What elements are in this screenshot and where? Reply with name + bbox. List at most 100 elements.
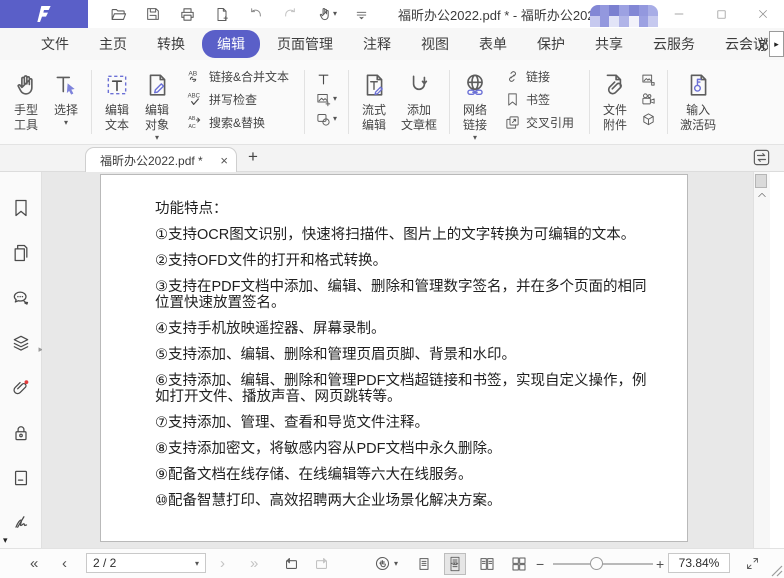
bookmark-button[interactable]: 书签 [505, 91, 574, 108]
open-folder-icon[interactable] [110, 6, 127, 23]
comments-panel-icon[interactable] [11, 288, 31, 308]
maximize-button[interactable] [700, 0, 742, 28]
layout-continuous-icon[interactable] [444, 553, 466, 575]
zoom-slider-handle[interactable] [590, 557, 603, 570]
undo-icon[interactable] [248, 6, 264, 22]
menu-edit[interactable]: 编辑 [202, 30, 260, 58]
flow-edit-button[interactable]: 流式 编辑 [354, 60, 394, 144]
add-article-box-icon [406, 69, 432, 101]
prev-page-button[interactable]: ‹ [62, 549, 67, 578]
tab-close-icon[interactable]: × [220, 153, 228, 168]
doc-line: ⑨配备文档在线存储、在线编辑等六大在线服务。 [155, 467, 659, 483]
next-page-button[interactable]: › [220, 549, 225, 578]
security-panel-icon[interactable] [11, 423, 31, 443]
cross-reference-button[interactable]: 交叉引用 [505, 114, 574, 131]
zoom-value[interactable]: 73.84% [679, 556, 720, 570]
panel-toggle-icon[interactable] [752, 148, 771, 167]
signatures-panel-icon[interactable] [11, 513, 31, 533]
add-article-box-button[interactable]: 添加 文章框 [394, 60, 444, 144]
file-attachment-button[interactable]: 文件 附件 [595, 60, 635, 144]
new-page-icon[interactable] [214, 6, 230, 23]
menu-home[interactable]: 主页 [84, 34, 142, 54]
insert-small-group: ▾ ▾ [310, 60, 343, 144]
page-number-value[interactable]: 2 / 2 [93, 556, 195, 570]
doc-line: ⑤支持添加、编辑、删除和管理页眉页脚、背景和水印。 [155, 347, 659, 363]
menu-cloud-service[interactable]: 云服务 [638, 34, 710, 54]
edit-object-button[interactable]: 编辑 对象 ▾ [137, 60, 177, 144]
menu-comment[interactable]: 注释 [348, 34, 406, 54]
first-page-button[interactable]: « [30, 549, 38, 578]
destinations-panel-icon[interactable] [11, 468, 31, 488]
layout-single-page-icon[interactable] [413, 553, 435, 575]
blurred-account-avatar[interactable] [590, 5, 658, 27]
menu-convert[interactable]: 转换 [142, 34, 200, 54]
select-dropdown-arrow[interactable]: ▾ [64, 118, 68, 128]
menu-form[interactable]: 表单 [464, 34, 522, 54]
edit-text-button[interactable]: 编辑 文本 [97, 60, 137, 144]
zoom-in-button[interactable]: + [656, 549, 664, 578]
hand-mode-icon[interactable]: ▾ [374, 549, 398, 578]
page-dropdown-arrow[interactable]: ▾ [195, 559, 199, 568]
new-tab-button[interactable]: + [248, 147, 258, 167]
menu-file[interactable]: 文件 [26, 34, 84, 54]
hand-dropdown-arrow[interactable]: ▾ [333, 9, 337, 19]
hand-pointer-icon[interactable]: ▾ [316, 6, 337, 23]
hand-mode-dropdown-arrow[interactable]: ▾ [394, 559, 398, 569]
document-tab[interactable]: 福昕办公2022.pdf * × [85, 147, 237, 172]
workspace: ▾ ▸ 功能特点： ①支持OCR图文识别，快速将扫描件、图片上的文字转换为可编辑… [0, 172, 784, 548]
pages-panel-icon[interactable] [11, 243, 31, 263]
link-merge-text-button[interactable]: AB 链接&合并文本 [187, 68, 289, 85]
vertical-scrollbar[interactable] [753, 172, 770, 548]
minimize-button[interactable] [658, 0, 700, 28]
menu-view[interactable]: 视图 [406, 34, 464, 54]
hand-tool-button[interactable]: 手型 工具 [6, 60, 46, 144]
next-view-icon[interactable] [313, 549, 330, 578]
insert-3d-button[interactable] [641, 112, 656, 127]
activation-code-button[interactable]: 输入 激活码 [673, 60, 723, 144]
layout-facing-icon[interactable] [476, 553, 498, 575]
menu-page-management[interactable]: 页面管理 [262, 34, 348, 54]
pdf-page[interactable]: 功能特点： ①支持OCR图文识别，快速将扫描件、图片上的文字转换为可编辑的文本。… [100, 174, 688, 542]
close-button[interactable] [742, 0, 784, 28]
edit-object-dropdown-arrow[interactable]: ▾ [155, 133, 159, 143]
web-link-button[interactable]: 网络 链接 ▾ [455, 60, 495, 144]
save-icon[interactable] [145, 6, 161, 22]
scroll-up-icon[interactable] [757, 191, 767, 199]
edit-object-icon [144, 69, 170, 101]
zoom-out-button[interactable]: − [536, 549, 544, 578]
add-text-button[interactable] [316, 72, 337, 87]
search-replace-button[interactable]: ABAC 搜索&替换 [187, 114, 289, 131]
foxit-logo[interactable] [0, 0, 88, 28]
zoom-slider-track[interactable] [553, 563, 653, 565]
menu-protect[interactable]: 保护 [522, 34, 580, 54]
web-link-icon [462, 69, 488, 101]
customize-toolbar-icon[interactable] [355, 8, 368, 21]
insert-video-button[interactable] [641, 92, 656, 107]
spell-check-button[interactable]: ABC 拼写检查 [187, 91, 289, 108]
add-image-button[interactable]: ▾ [316, 92, 337, 107]
last-page-button[interactable]: » [250, 549, 258, 578]
document-view[interactable]: 功能特点： ①支持OCR图文识别，快速将扫描件、图片上的文字转换为可编辑的文本。… [42, 172, 753, 548]
navigation-sidebar: ▾ ▸ [0, 172, 42, 548]
bookmarks-panel-icon[interactable] [11, 198, 31, 218]
fullscreen-icon[interactable] [745, 549, 760, 578]
web-link-dropdown-arrow[interactable]: ▾ [473, 133, 477, 143]
menu-share[interactable]: 共享 [580, 34, 638, 54]
window-title: 福昕办公2022.pdf * - 福昕办公2022 [398, 5, 602, 24]
window-resize-grip[interactable] [771, 565, 783, 577]
select-tool-button[interactable]: 选择 ▾ [46, 60, 86, 144]
add-shape-button[interactable]: ▾ [316, 112, 337, 127]
menu-overflow-item[interactable]: 放 [758, 35, 768, 55]
sidebar-more-icon[interactable]: ▾ [3, 535, 8, 546]
layers-panel-icon[interactable] [11, 333, 31, 353]
layout-facing-continuous-icon[interactable] [508, 553, 530, 575]
menu-scroll-right-button[interactable]: ▸ [769, 31, 784, 57]
page-number-box[interactable]: 2 / 2 ▾ [86, 553, 206, 573]
insert-image-button[interactable] [641, 72, 656, 87]
previous-view-icon[interactable] [283, 549, 300, 578]
zoom-value-box[interactable]: 73.84% [668, 553, 730, 573]
attachments-panel-icon[interactable] [11, 378, 31, 398]
link-button[interactable]: 链接 [505, 68, 574, 85]
scrollbar-thumb[interactable] [755, 174, 767, 188]
print-icon[interactable] [179, 6, 196, 23]
